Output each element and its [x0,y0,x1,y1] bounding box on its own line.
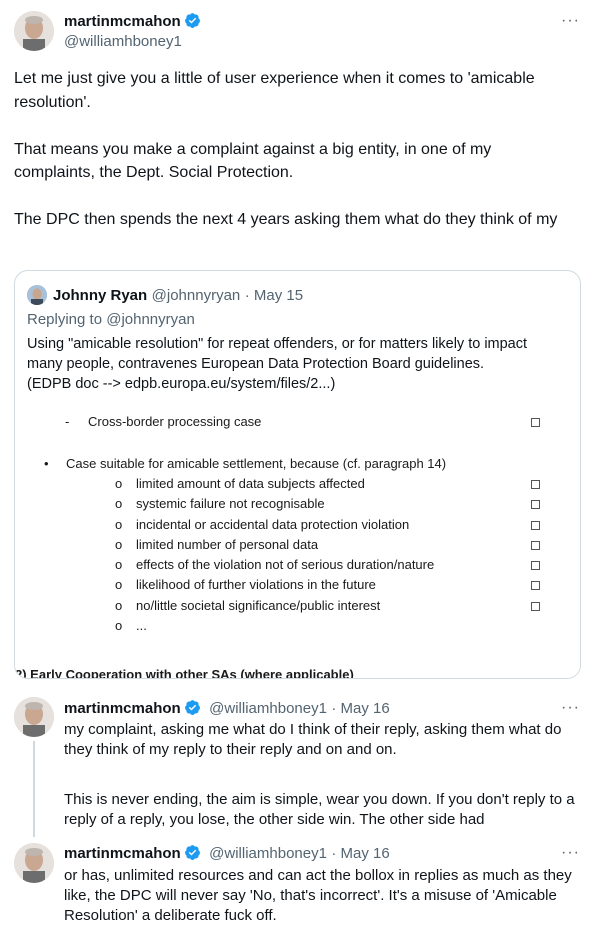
verified-badge-icon [184,844,201,866]
doc-footer-cut: 2) Early Cooperation with other SAs (whe… [15,667,354,679]
reply-text: my complaint, asking me what do I think … [64,720,584,830]
tweet-text: Let me just give you a little of user ex… [14,67,574,232]
author-name[interactable]: martinmcmahon [64,13,181,30]
checkbox-icon [531,480,540,489]
quoted-author-name: Johnny Ryan [53,287,148,304]
document-image[interactable]: - Cross-border processing case • Case su… [15,401,580,678]
reply-line: Resolution' a deliberate fuck off. [64,907,277,924]
more-options-icon[interactable]: ··· [561,12,580,30]
quoted-text: Using "amicable resolution" for repeat o… [27,334,572,394]
checkbox-icon [531,500,540,510]
checkbox-icon [531,540,540,550]
quoted-tweet-card[interactable]: Johnny Ryan @johnnyryan · May 15 Replyin… [14,270,581,679]
reply-header: martinmcmahon @williamhboney1 · May 16 [64,699,390,721]
checkbox-icon [531,418,540,427]
checkbox-icon [531,601,540,611]
checkbox-icon [531,520,540,530]
replying-to-handle[interactable]: @johnnyryan [106,311,195,328]
replying-to-prefix: Replying to [27,311,107,328]
author-handle[interactable]: @williamhboney1 [209,700,327,717]
reply-date[interactable]: · May 16 [331,700,389,717]
verified-badge-icon [184,699,201,721]
reply-line: they think of my reply to their reply an… [64,741,397,758]
thread-connector [33,741,35,837]
reply-line: or has, unlimited resources and can act … [64,867,572,884]
doc-main-item: Case suitable for amicable settlement, b… [66,456,447,471]
doc-sub-item: o likelihood of further violations in the… [15,577,580,597]
verified-badge-icon [184,12,201,34]
author-handle[interactable]: @williamhboney1 [209,845,327,862]
reply-line: my complaint, asking me what do I think … [64,721,562,738]
quoted-text-line: Using "amicable resolution" for repeat o… [27,336,528,352]
avatar[interactable] [14,697,54,737]
reply-line: reply of a reply, you lose, the other si… [64,811,485,828]
doc-sub-item: o no/little societal significance/public … [15,598,580,618]
quoted-author-handle: @johnnyryan [151,287,241,304]
quoted-text-line: many people, contravenes European Data P… [27,356,485,372]
quoted-avatar [27,285,47,305]
author-handle[interactable]: @williamhboney1 [64,33,182,50]
tweet-paragraph: Let me just give you a little of user ex… [14,70,535,111]
author-name-row: martinmcmahon [64,12,201,34]
author-name[interactable]: martinmcmahon [64,700,181,717]
replying-to: Replying to @johnnyryan [27,311,195,328]
quoted-author-row: Johnny Ryan @johnnyryan · May 15 [53,287,303,305]
author-name[interactable]: martinmcmahon [64,845,181,862]
reply-header: martinmcmahon @williamhboney1 · May 16 [64,844,390,866]
doc-bullet: • [44,456,49,471]
checkbox-icon [531,561,540,571]
tweet-paragraph: That means you make a complaint against … [14,140,492,182]
reply-line [64,760,584,780]
reply-line: like, the DPC will never say 'No, that's… [64,887,557,904]
reply-line: This is never ending, the aim is simple,… [64,791,575,808]
checkbox-icon [531,581,540,591]
doc-cross-border: Cross-border processing case [88,414,262,429]
doc-sub-item: o limited number of personal data [15,537,580,557]
doc-sub-item: o incidental or accidental data protectio… [15,517,580,537]
doc-sub-item: o systemic failure not recognisable [15,496,580,516]
reply-date[interactable]: · May 16 [331,845,389,862]
quoted-text-line: (EDPB doc --> edpb.europa.eu/system/file… [27,376,336,392]
quoted-date: · May 15 [244,287,304,304]
more-options-icon[interactable]: ··· [561,844,580,862]
tweet-paragraph: The DPC then spends the next 4 years ask… [14,211,558,228]
doc-sub-item: o... [115,618,147,634]
more-options-icon[interactable]: ··· [561,699,580,717]
avatar[interactable] [14,11,54,51]
doc-sub-item: o effects of the violation not of serious… [15,557,580,577]
doc-dash: - [65,414,70,429]
avatar[interactable] [14,843,54,883]
doc-sub-item: o limited amount of data subjects affecte… [15,476,580,496]
doc-sub-list: o limited amount of data subjects affecte… [15,476,580,638]
reply-text: or has, unlimited resources and can act … [64,866,584,926]
